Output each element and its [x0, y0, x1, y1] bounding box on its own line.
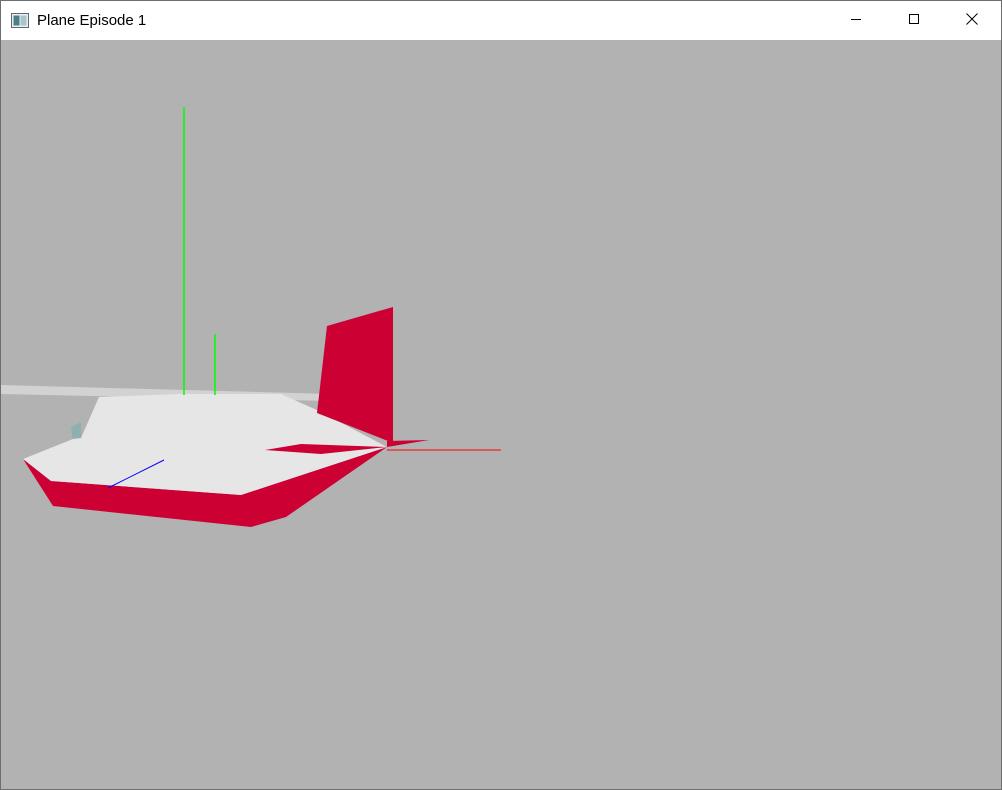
window-title: Plane Episode 1	[37, 12, 147, 29]
close-icon	[965, 12, 979, 30]
maximize-button[interactable]	[885, 1, 943, 40]
title-bar[interactable]: Plane Episode 1	[1, 1, 1001, 40]
minimize-button[interactable]	[827, 1, 885, 40]
scene-canvas	[1, 107, 501, 527]
maximize-icon	[908, 12, 920, 29]
close-button[interactable]	[943, 1, 1001, 40]
horizontal-stabilizer-right	[387, 440, 429, 447]
app-window: Plane Episode 1	[0, 0, 1002, 790]
fuselage-side-shade	[71, 422, 81, 441]
app-window-icon	[11, 13, 29, 28]
minimize-icon	[850, 12, 862, 29]
render-viewport[interactable]	[1, 40, 1001, 789]
